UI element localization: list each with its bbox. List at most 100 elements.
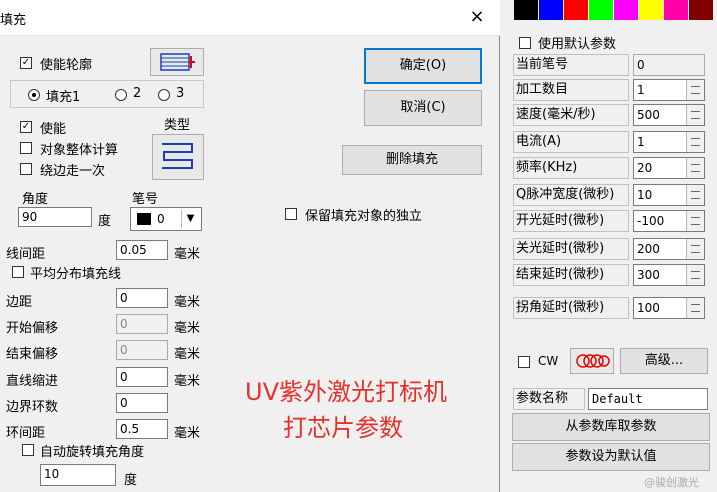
- color-swatch-blue[interactable]: [539, 0, 563, 20]
- param-value: 200: [637, 242, 660, 256]
- color-palette: [514, 0, 713, 20]
- rotate-angle-input[interactable]: 10: [40, 464, 116, 486]
- param-value: 1: [637, 83, 645, 97]
- fill3-radio[interactable]: [158, 89, 170, 101]
- delete-fill-button[interactable]: 删除填充: [342, 145, 482, 175]
- avg-distribute-label: 平均分布填充线: [30, 267, 122, 282]
- param-input[interactable]: 10: [633, 184, 705, 206]
- param-name-label: 参数名称: [513, 388, 585, 410]
- from-library-button[interactable]: 从参数库取参数: [512, 413, 710, 441]
- param-input[interactable]: -100: [633, 210, 705, 232]
- param-input[interactable]: 1: [633, 131, 705, 153]
- param-input[interactable]: 0: [633, 54, 705, 76]
- ok-button[interactable]: 确定(O): [364, 48, 482, 84]
- param-value: 10: [637, 188, 653, 202]
- param-label: 开光延时(微秒): [513, 210, 629, 232]
- param-name-input[interactable]: Default: [588, 388, 708, 410]
- fill3-label: 3: [176, 86, 185, 101]
- cancel-button[interactable]: 取消(C): [364, 90, 482, 126]
- pen-label: 笔号: [132, 192, 159, 207]
- param-label: 关光延时(微秒): [513, 238, 629, 260]
- cw-checkbox[interactable]: [518, 356, 530, 368]
- param-value: 1: [637, 135, 645, 149]
- spinner-icon[interactable]: [686, 132, 704, 152]
- edge-once-checkbox[interactable]: [20, 163, 32, 175]
- fill2-label: 2: [133, 86, 142, 101]
- spinner-icon[interactable]: [686, 105, 704, 125]
- wobble-button[interactable]: [570, 348, 614, 374]
- color-swatch-yellow[interactable]: [639, 0, 663, 20]
- param-input[interactable]: 200: [633, 238, 705, 260]
- param-label: 加工数目: [513, 79, 629, 101]
- enable-contour-label: 使能轮廓: [40, 58, 93, 73]
- color-swatch-black[interactable]: [514, 0, 538, 20]
- auto-rotate-checkbox[interactable]: [22, 444, 34, 456]
- line-shrink-label: 直线缩进: [6, 374, 59, 389]
- spinner-icon[interactable]: [686, 80, 704, 100]
- enable-checkbox[interactable]: ✓: [20, 121, 32, 133]
- spinner-icon[interactable]: [686, 265, 704, 285]
- color-swatch-magenta[interactable]: [614, 0, 638, 20]
- line-shrink-input[interactable]: 0: [116, 367, 168, 387]
- param-label: 电流(A): [513, 131, 629, 153]
- color-swatch-maroon[interactable]: [689, 0, 713, 20]
- border-rings-label: 边界环数: [6, 400, 59, 415]
- line-spacing-input[interactable]: 0.05: [116, 240, 168, 260]
- pen-select[interactable]: 0 ▼: [130, 207, 202, 231]
- start-offset-input[interactable]: 0: [116, 314, 168, 334]
- spinner-icon[interactable]: [686, 239, 704, 259]
- param-value: 0: [637, 58, 645, 72]
- whole-calc-checkbox[interactable]: [20, 142, 32, 154]
- param-label: 拐角延时(微秒): [513, 297, 629, 319]
- set-default-button[interactable]: 参数设为默认值: [512, 443, 710, 471]
- advanced-button[interactable]: 高级...: [620, 348, 708, 374]
- margin-unit: 毫米: [174, 295, 201, 310]
- use-default-label: 使用默认参数: [538, 37, 617, 52]
- param-value: -100: [637, 214, 665, 228]
- angle-unit: 度: [98, 214, 112, 229]
- param-value: 20: [637, 161, 653, 175]
- contour-pattern-button[interactable]: [150, 48, 204, 76]
- close-icon[interactable]: ×: [466, 6, 488, 28]
- title-bar: 填充 ×: [0, 0, 500, 36]
- border-rings-input[interactable]: 0: [116, 393, 168, 413]
- param-input[interactable]: 1: [633, 79, 705, 101]
- line-spacing-label: 线间距: [6, 247, 46, 262]
- use-default-checkbox[interactable]: [519, 37, 531, 49]
- ring-spacing-input[interactable]: 0.5: [116, 419, 168, 439]
- spinner-icon[interactable]: [686, 211, 704, 231]
- angle-input[interactable]: 90: [18, 207, 92, 227]
- color-swatch-pink[interactable]: [664, 0, 688, 20]
- param-input[interactable]: 500: [633, 104, 705, 126]
- line-spacing-unit: 毫米: [174, 247, 201, 262]
- end-offset-label: 结束偏移: [6, 347, 59, 362]
- color-swatch-green[interactable]: [589, 0, 613, 20]
- margin-input[interactable]: 0: [116, 288, 168, 308]
- keep-independent-checkbox[interactable]: [285, 208, 297, 220]
- fill2-radio[interactable]: [115, 89, 127, 101]
- edge-once-label: 绕边走一次: [40, 164, 106, 179]
- fill-type-button[interactable]: [152, 134, 204, 180]
- end-offset-input[interactable]: 0: [116, 340, 168, 360]
- param-input[interactable]: 20: [633, 157, 705, 179]
- wobble-circles-icon: [576, 354, 610, 368]
- pen-value: 0: [157, 212, 165, 226]
- avg-distribute-checkbox[interactable]: [12, 266, 24, 278]
- start-offset-unit: 毫米: [174, 321, 201, 336]
- param-value: 100: [637, 301, 660, 315]
- margin-label: 边距: [6, 295, 33, 310]
- spinner-icon[interactable]: [686, 158, 704, 178]
- whole-calc-label: 对象整体计算: [40, 143, 119, 158]
- spinner-icon[interactable]: [686, 185, 704, 205]
- enable-contour-checkbox[interactable]: ✓: [20, 57, 32, 69]
- spinner-icon[interactable]: [686, 298, 704, 318]
- color-swatch-red[interactable]: [564, 0, 588, 20]
- fill1-radio[interactable]: [28, 89, 40, 101]
- param-label: 频率(KHz): [513, 157, 629, 179]
- param-input[interactable]: 100: [633, 297, 705, 319]
- param-label: Q脉冲宽度(微秒): [513, 184, 629, 206]
- angle-label: 角度: [22, 192, 49, 207]
- type-label: 类型: [164, 118, 191, 133]
- line-shrink-unit: 毫米: [174, 374, 201, 389]
- param-input[interactable]: 300: [633, 264, 705, 286]
